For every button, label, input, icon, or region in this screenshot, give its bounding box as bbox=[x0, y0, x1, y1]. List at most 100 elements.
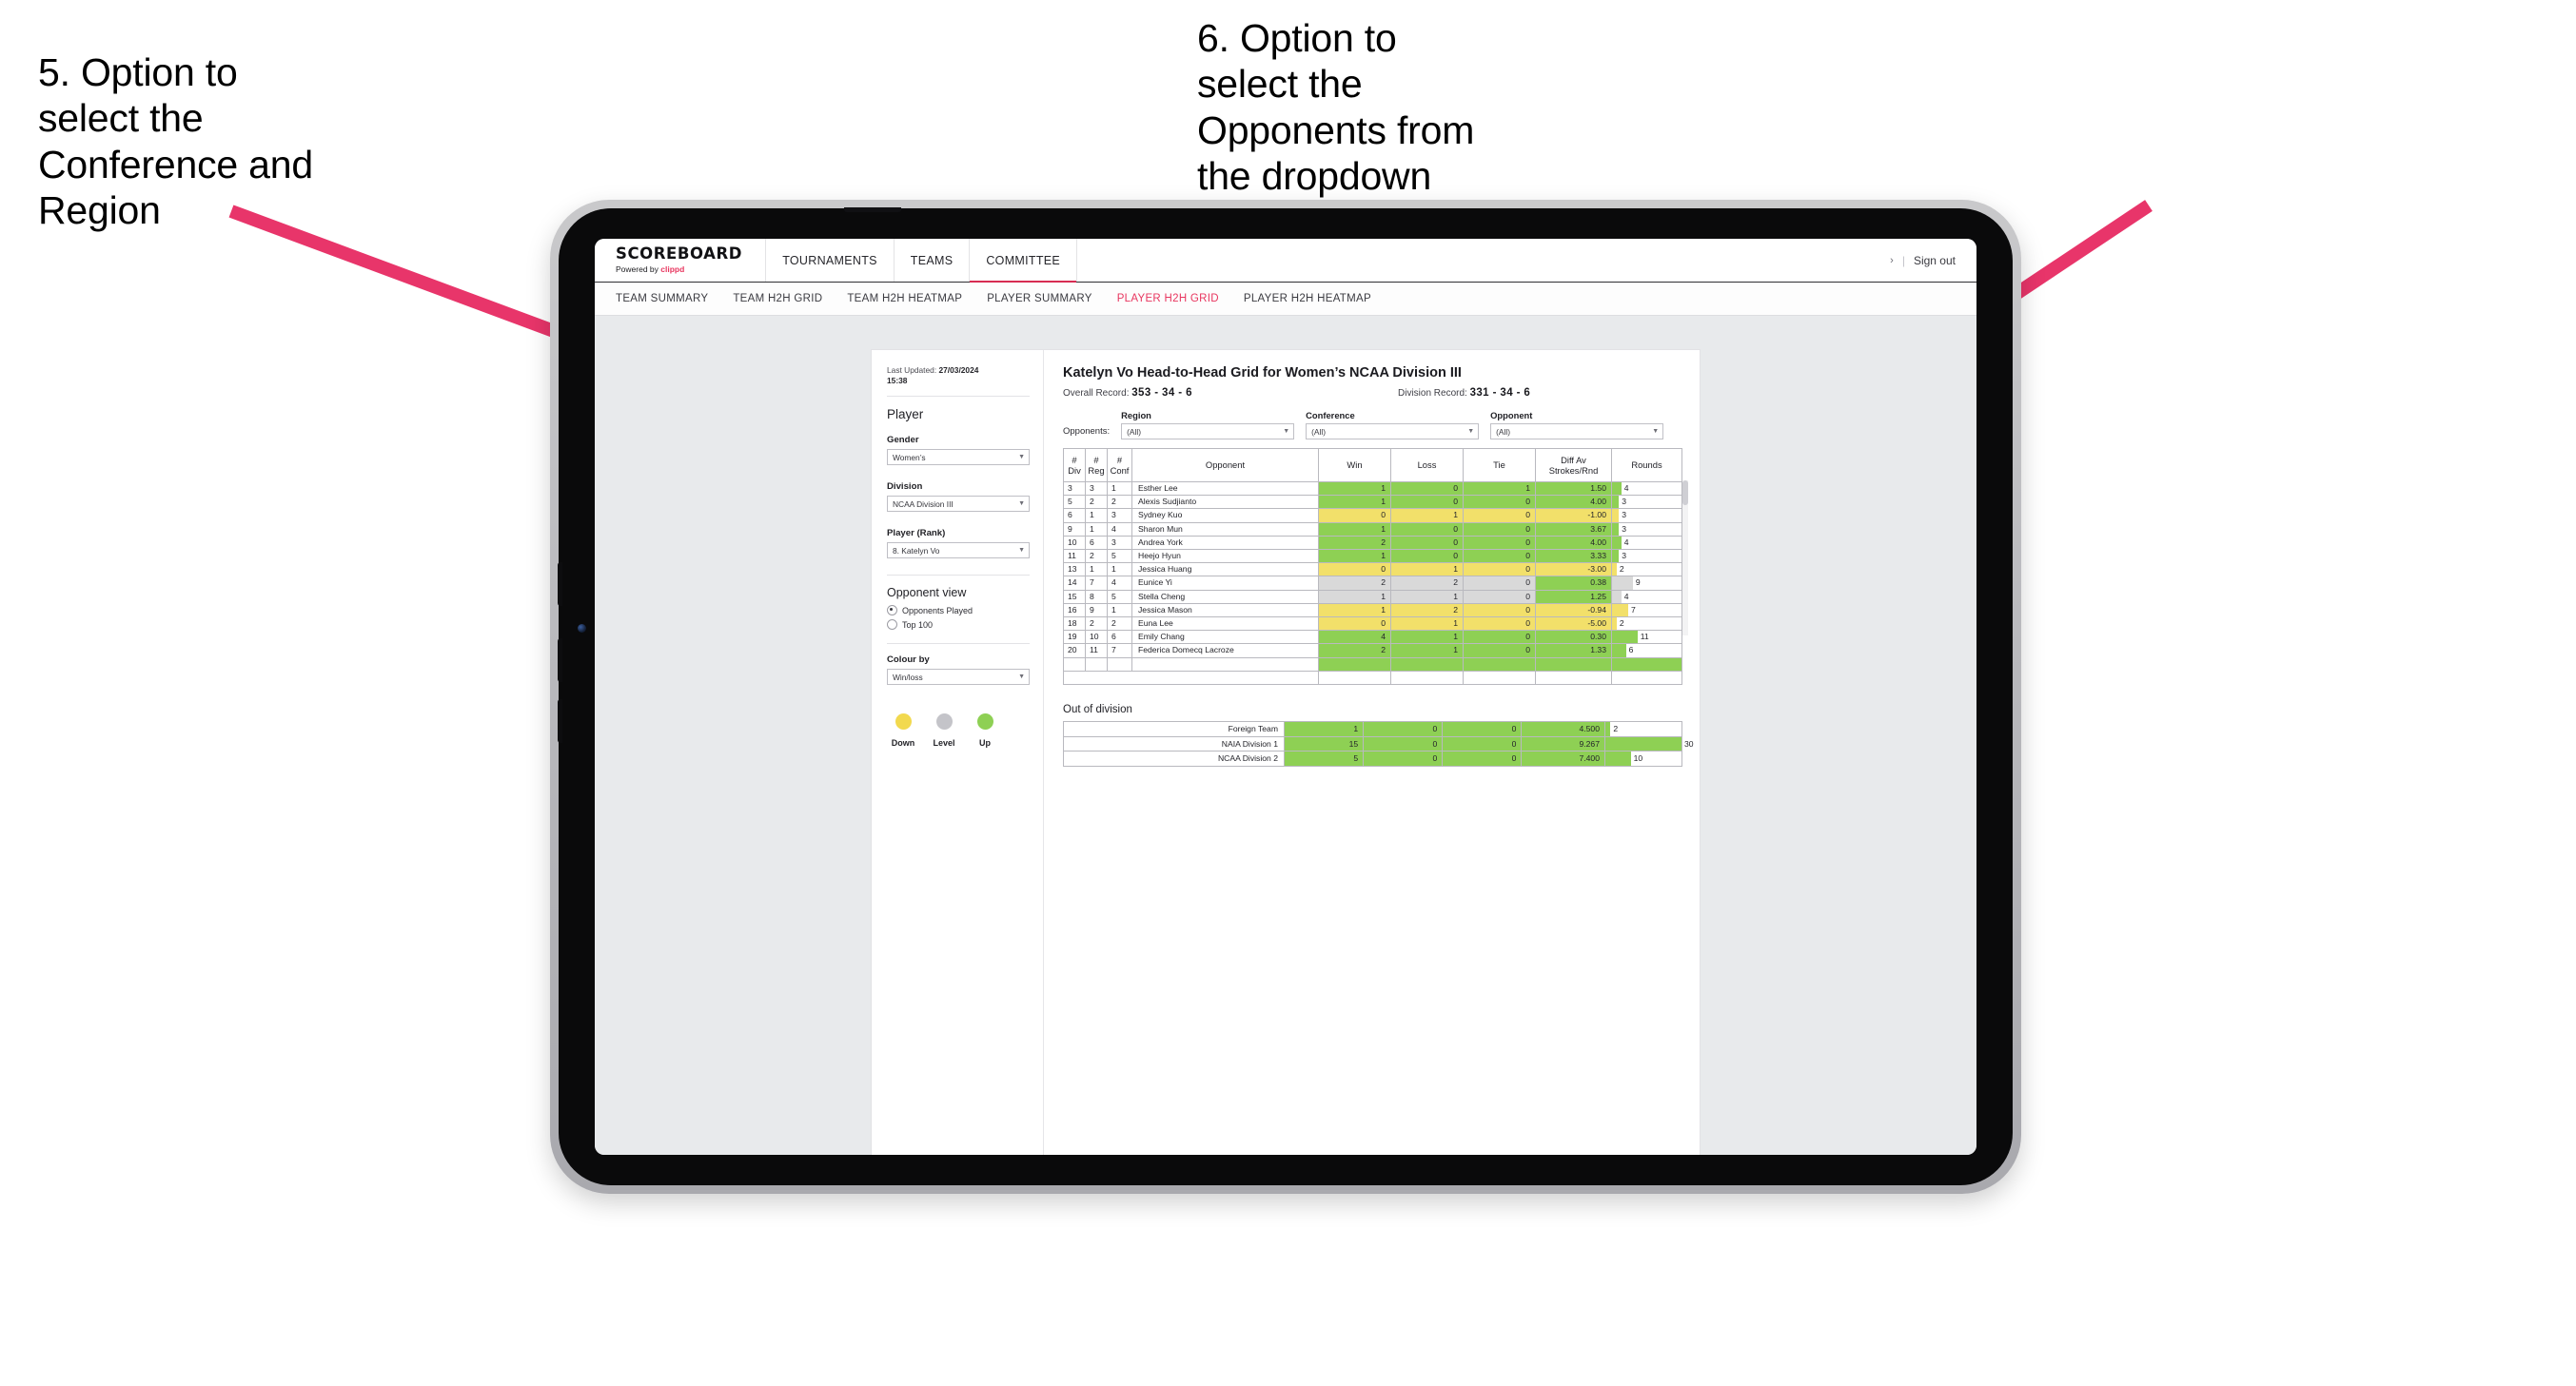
column-header-reg[interactable]: # Reg bbox=[1085, 448, 1108, 482]
legend-item-down: Down bbox=[891, 713, 915, 748]
table-row[interactable]: 14 7 4 Eunice Yi 2 2 0 0.38 9 bbox=[1063, 576, 1682, 591]
cell-conf: 1 bbox=[1107, 562, 1132, 577]
subnav-item-team-summary[interactable]: TEAM SUMMARY bbox=[616, 293, 708, 304]
volume-up-button[interactable] bbox=[558, 562, 562, 606]
volume-down-button[interactable] bbox=[558, 638, 562, 682]
cell-reg: 10 bbox=[1085, 630, 1108, 645]
cell-loss: 0 bbox=[1390, 549, 1464, 564]
cell-diff: 3.33 bbox=[1535, 549, 1612, 564]
field-colour-by: Colour by Win/loss ▼ bbox=[887, 654, 1030, 685]
cell-win: 1 bbox=[1318, 521, 1391, 537]
radio-opponents-played[interactable]: Opponents Played bbox=[887, 605, 1030, 615]
cell-div: 13 bbox=[1063, 562, 1086, 577]
table-scrollbar-thumb[interactable] bbox=[1682, 480, 1688, 505]
column-header-div[interactable]: # Div bbox=[1063, 448, 1086, 482]
cell-loss: 1 bbox=[1390, 616, 1464, 632]
h2h-table-wrapper: # Div # Reg # Conf Opponent Win Loss Tie Diff Av St… bbox=[1063, 448, 1688, 686]
legend-item-up: Up bbox=[973, 713, 997, 748]
cell-tie: 0 bbox=[1463, 643, 1536, 658]
cell-reg: 6 bbox=[1085, 535, 1108, 551]
cell-div: 11 bbox=[1063, 549, 1086, 564]
column-header-loss[interactable]: Loss bbox=[1390, 448, 1464, 482]
brand-tagline-clippd: clippd bbox=[660, 264, 685, 275]
tablet-screen: SCOREBOARD Powered by clippd TOURNAMENTS… bbox=[595, 239, 1976, 1155]
cell-win: 1 bbox=[1318, 589, 1391, 604]
column-header-tie[interactable]: Tie bbox=[1463, 448, 1536, 482]
legend-label-down: Down bbox=[891, 738, 915, 748]
dashboard-body: Last Updated: 27/03/2024 15:38 Player Ge… bbox=[872, 350, 1700, 1155]
column-header-opponent[interactable]: Opponent bbox=[1131, 448, 1319, 482]
table-row[interactable]: 9 1 4 Sharon Mun 1 0 0 3.67 3 bbox=[1063, 521, 1682, 537]
table-row[interactable]: 16 9 1 Jessica Mason 1 2 0 -0.94 7 bbox=[1063, 602, 1682, 618]
column-header-rounds[interactable]: Rounds bbox=[1611, 448, 1682, 482]
colour-by-select-value: Win/loss bbox=[893, 672, 923, 682]
table-row[interactable]: 15 8 5 Stella Cheng 1 1 0 1.25 4 bbox=[1063, 589, 1682, 604]
cell-conf: 2 bbox=[1107, 616, 1132, 632]
field-label-player-rank: Player (Rank) bbox=[887, 528, 946, 538]
chevron-right-icon[interactable]: › bbox=[1890, 255, 1894, 266]
cell-reg: 2 bbox=[1085, 616, 1108, 632]
cell-win: 1 bbox=[1318, 480, 1391, 497]
cell-win: 15 bbox=[1283, 735, 1365, 752]
app-header: SCOREBOARD Powered by clippd TOURNAMENTS… bbox=[595, 239, 1976, 283]
region-select[interactable]: (All) ▼ bbox=[1121, 423, 1295, 439]
sign-out-button[interactable]: Sign out bbox=[1914, 254, 1956, 267]
nav-item-committee[interactable]: COMMITTEE bbox=[970, 239, 1078, 283]
subnav-item-player-h2h-grid[interactable]: PLAYER H2H GRID bbox=[1117, 293, 1219, 304]
subnav-item-player-summary[interactable]: PLAYER SUMMARY bbox=[987, 293, 1092, 304]
cell-div: 16 bbox=[1063, 602, 1086, 618]
table-row[interactable]: 19 10 6 Emily Chang 4 1 0 0.30 11 bbox=[1063, 630, 1682, 645]
chevron-down-icon: ▼ bbox=[1018, 454, 1025, 460]
column-header-win[interactable]: Win bbox=[1318, 448, 1391, 482]
table-row[interactable]: 20 11 7 Federica Domecq Lacroze 2 1 0 1.33 6 bbox=[1063, 643, 1682, 658]
dashboard-content: Katelyn Vo Head-to-Head Grid for Women’s… bbox=[1044, 350, 1700, 1155]
division-select[interactable]: NCAA Division III ▼ bbox=[887, 496, 1030, 512]
cell-rounds: 3 bbox=[1611, 549, 1682, 564]
brand-logo[interactable]: SCOREBOARD Powered by clippd bbox=[595, 239, 767, 282]
conference-select[interactable]: (All) ▼ bbox=[1306, 423, 1480, 439]
nav-item-tournaments[interactable]: TOURNAMENTS bbox=[766, 239, 895, 282]
cell-tie: 0 bbox=[1463, 549, 1536, 564]
cell-division-name: NAIA Division 1 bbox=[1063, 735, 1285, 752]
sidebar-heading-player: Player bbox=[887, 407, 924, 421]
subnav-item-team-h2h-grid[interactable]: TEAM H2H GRID bbox=[733, 293, 822, 304]
cell-rounds: 4 bbox=[1611, 589, 1682, 604]
cell-div: 15 bbox=[1063, 589, 1086, 604]
table-row[interactable]: 6 1 3 Sydney Kuo 0 1 0 -1.00 3 bbox=[1063, 508, 1682, 523]
power-button[interactable] bbox=[844, 207, 901, 212]
table-row[interactable]: 11 2 5 Heejo Hyun 1 0 0 3.33 3 bbox=[1063, 549, 1682, 564]
radio-label-opponents-played: Opponents Played bbox=[902, 605, 973, 615]
cell-diff: 0.38 bbox=[1535, 576, 1612, 591]
radio-icon-unselected bbox=[887, 619, 897, 630]
gender-select[interactable]: Women’s ▼ bbox=[887, 449, 1030, 465]
cell-reg: 8 bbox=[1085, 589, 1108, 604]
radio-top-100[interactable]: Top 100 bbox=[887, 619, 1030, 630]
last-updated-label: Last Updated: bbox=[887, 365, 939, 375]
subnav-item-player-h2h-heatmap[interactable]: PLAYER H2H HEATMAP bbox=[1244, 293, 1371, 304]
table-row[interactable]: 13 1 1 Jessica Huang 0 1 0 -3.00 2 bbox=[1063, 562, 1682, 577]
table-row[interactable]: Foreign Team 1 0 0 4.500 2 bbox=[1063, 721, 1683, 737]
table-scrollbar[interactable] bbox=[1682, 480, 1688, 636]
assistive-button[interactable] bbox=[558, 699, 562, 743]
table-row[interactable]: 5 2 2 Alexis Sudjianto 1 0 0 4.00 3 bbox=[1063, 495, 1682, 510]
front-camera-icon bbox=[578, 624, 586, 633]
nav-item-teams[interactable]: TEAMS bbox=[895, 239, 971, 282]
column-header-conf[interactable]: # Conf bbox=[1107, 448, 1132, 482]
cell-tie: 0 bbox=[1463, 562, 1536, 577]
cell-opponent: Emily Chang bbox=[1131, 630, 1319, 645]
cell-opponent: Esther Lee bbox=[1131, 480, 1319, 497]
opponent-select[interactable]: (All) ▼ bbox=[1490, 423, 1664, 439]
cell-loss: 1 bbox=[1390, 630, 1464, 645]
table-row[interactable]: NCAA Division 2 5 0 0 7.400 10 bbox=[1063, 751, 1683, 767]
column-header-diff-av-strokes-rnd[interactable]: Diff Av Strokes/Rnd bbox=[1535, 448, 1612, 482]
subnav-item-team-h2h-heatmap[interactable]: TEAM H2H HEATMAP bbox=[847, 293, 962, 304]
cell-diff: 9.267 bbox=[1521, 735, 1605, 752]
table-row[interactable]: 3 3 1 Esther Lee 1 0 1 1.50 4 bbox=[1063, 480, 1682, 497]
table-row[interactable]: 18 2 2 Euna Lee 0 1 0 -5.00 2 bbox=[1063, 616, 1682, 632]
table-row[interactable]: 10 6 3 Andrea York 2 0 0 4.00 4 bbox=[1063, 535, 1682, 551]
table-row[interactable]: NAIA Division 1 15 0 0 9.267 30 bbox=[1063, 735, 1694, 752]
cell-diff: 1.25 bbox=[1535, 589, 1612, 604]
player-rank-select[interactable]: 8. Katelyn Vo ▼ bbox=[887, 542, 1030, 558]
colour-by-select[interactable]: Win/loss ▼ bbox=[887, 669, 1030, 685]
cell-win: 5 bbox=[1283, 751, 1365, 767]
